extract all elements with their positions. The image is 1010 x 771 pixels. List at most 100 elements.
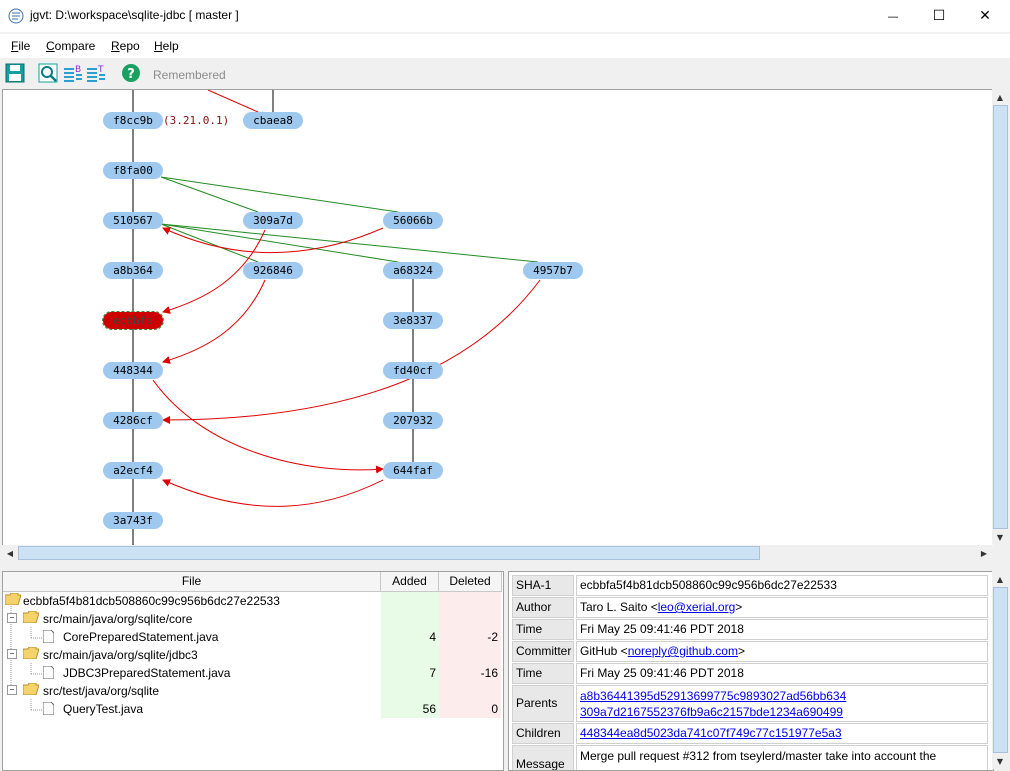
deleted-count: -16: [480, 666, 498, 680]
list-item[interactable]: − src/test/java/org/sqlite: [3, 682, 503, 700]
svg-text:B: B: [75, 65, 81, 75]
scroll-down-icon[interactable]: ▼: [992, 529, 1008, 545]
deleted-count: -2: [487, 630, 498, 644]
menu-help-rest: elp: [162, 39, 179, 53]
deleted-count: 0: [491, 702, 498, 716]
commit-node[interactable]: 3e8337: [383, 312, 443, 329]
commit-node[interactable]: a2ecf4: [103, 462, 163, 479]
commit-node[interactable]: fd40cf: [383, 362, 443, 379]
parents-value: a8b36441395d52913699775c9893027ad56bb634…: [576, 685, 988, 722]
commit-node[interactable]: 56066b: [383, 212, 443, 229]
commit-sha-label: ecbbfa5f4b81dcb508860c99c956b6dc27e22533: [23, 594, 280, 608]
save-icon[interactable]: [5, 63, 25, 83]
commit-node[interactable]: 644faf: [383, 462, 443, 479]
details-vertical-scrollbar[interactable]: ▲ ▼: [992, 571, 1008, 769]
list-item[interactable]: QueryTest.java 56 0: [3, 700, 503, 718]
menu-file[interactable]: File: [11, 39, 30, 53]
commit-node-selected[interactable]: ecbbfa: [102, 311, 164, 330]
commit-node[interactable]: f8fa00: [103, 162, 163, 179]
tag-list-icon[interactable]: T: [86, 63, 106, 83]
committer-email-link[interactable]: noreply@github.com: [628, 644, 738, 658]
menu-file-rest: ile: [18, 39, 31, 53]
committer-close: >: [737, 644, 745, 658]
graph-vertical-scrollbar[interactable]: ▲ ▼: [992, 89, 1008, 545]
message-label: Message: [512, 745, 574, 770]
open-folder-icon: [22, 682, 40, 700]
graph-horizontal-scrollbar[interactable]: ◀ ▶: [2, 545, 992, 561]
commit-node[interactable]: 207932: [383, 412, 443, 429]
collapse-toggle-icon[interactable]: −: [7, 649, 17, 659]
list-item[interactable]: CorePreparedStatement.java 4 -2: [3, 628, 503, 646]
menu-repo[interactable]: Repo: [111, 39, 140, 53]
author-name: Taro L. Saito <: [580, 600, 658, 614]
minimize-button[interactable]: —: [870, 0, 916, 32]
commit-graph[interactable]: f8cc9b (3.21.0.1) cbaea8 f8fa00 510567 3…: [2, 89, 993, 546]
commit-node[interactable]: a68324: [383, 262, 443, 279]
commit-node[interactable]: 448344: [103, 362, 163, 379]
parent-link[interactable]: a8b36441395d52913699775c9893027ad56bb634: [580, 689, 846, 703]
author-email-link[interactable]: leo@xerial.org: [658, 600, 736, 614]
commit-node[interactable]: 4286cf: [103, 412, 163, 429]
message-value: Merge pull request #312 from tseylerd/ma…: [576, 745, 988, 770]
column-header-added[interactable]: Added: [381, 572, 439, 592]
commit-node[interactable]: 510567: [103, 212, 163, 229]
maximize-icon: ☐: [932, 8, 946, 24]
close-icon: ✕: [979, 8, 991, 24]
commit-node[interactable]: 4957b7: [523, 262, 583, 279]
changed-files-table: File Added Deleted ecbbfa5f4b81dcb508860…: [2, 571, 504, 771]
commit-time-label: Time: [512, 663, 574, 684]
children-value: 448344ea8d5023da741c07f749c77c151977e5a3: [576, 723, 988, 744]
list-item[interactable]: JDBC3PreparedStatement.java 7 -16: [3, 664, 503, 682]
sha-value[interactable]: ecbbfa5f4b81dcb508860c99c956b6dc27e22533: [576, 575, 988, 596]
column-header-deleted[interactable]: Deleted: [439, 572, 502, 592]
graph-vertical-scroll-thumb[interactable]: [993, 105, 1008, 529]
scroll-right-icon[interactable]: ▶: [976, 545, 992, 561]
committer-name: GitHub <: [580, 644, 628, 658]
title-bar: jgvt: D:\workspace\sqlite-jdbc [ master …: [0, 0, 1010, 32]
commit-node[interactable]: 3a743f: [103, 512, 163, 529]
list-item[interactable]: ecbbfa5f4b81dcb508860c99c956b6dc27e22533: [3, 592, 503, 610]
parent-link[interactable]: 309a7d2167552376fb9a6c2157bde1234a690499: [580, 705, 843, 719]
commit-node[interactable]: 926846: [243, 262, 303, 279]
scroll-up-icon[interactable]: ▲: [992, 89, 1008, 105]
parents-label: Parents: [512, 685, 574, 722]
list-item[interactable]: − src/main/java/org/sqlite/core: [3, 610, 503, 628]
scroll-up-icon[interactable]: ▲: [992, 571, 1008, 587]
branch-list-icon[interactable]: B: [63, 63, 83, 83]
maximize-button[interactable]: ☐: [916, 0, 962, 32]
window-title: jgvt: D:\workspace\sqlite-jdbc [ master …: [30, 8, 239, 22]
remembered-label: Remembered: [153, 68, 226, 82]
commit-node[interactable]: f8cc9b: [103, 112, 163, 129]
minimize-icon: —: [887, 9, 899, 23]
svg-text:T: T: [97, 65, 104, 75]
details-vertical-scroll-thumb[interactable]: [993, 587, 1008, 753]
menu-help[interactable]: Help: [154, 39, 179, 53]
commit-tag-label: (3.21.0.1): [163, 114, 230, 127]
column-header-file[interactable]: File: [3, 572, 381, 592]
author-label: Author: [512, 597, 574, 618]
child-link[interactable]: 448344ea8d5023da741c07f749c77c151977e5a3: [580, 726, 842, 740]
commit-node[interactable]: 309a7d: [243, 212, 303, 229]
menu-bar: File Compare Repo Help: [0, 33, 1010, 58]
toolbar: B T ?: [0, 58, 1010, 88]
file-label: CorePreparedStatement.java: [63, 630, 219, 644]
open-folder-icon: [4, 592, 22, 610]
help-icon[interactable]: ?: [121, 63, 141, 83]
menu-compare[interactable]: Compare: [46, 39, 95, 53]
search-icon[interactable]: [38, 63, 58, 83]
commit-node[interactable]: cbaea8: [243, 112, 303, 129]
collapse-toggle-icon[interactable]: −: [7, 613, 17, 623]
close-button[interactable]: ✕: [962, 0, 1008, 32]
scroll-left-icon[interactable]: ◀: [2, 545, 18, 561]
commit-node[interactable]: a8b364: [103, 262, 163, 279]
list-item[interactable]: − src/main/java/org/sqlite/jdbc3: [3, 646, 503, 664]
open-folder-icon: [22, 646, 40, 664]
graph-horizontal-scroll-thumb[interactable]: [18, 546, 760, 560]
scroll-down-icon[interactable]: ▼: [992, 753, 1008, 769]
file-label: JDBC3PreparedStatement.java: [63, 666, 231, 680]
file-label: QueryTest.java: [63, 702, 144, 716]
collapse-toggle-icon[interactable]: −: [7, 685, 17, 695]
committer-label: Committer: [512, 641, 574, 662]
folder-label: src/main/java/org/sqlite/core: [43, 612, 193, 626]
added-count: 7: [429, 666, 436, 680]
